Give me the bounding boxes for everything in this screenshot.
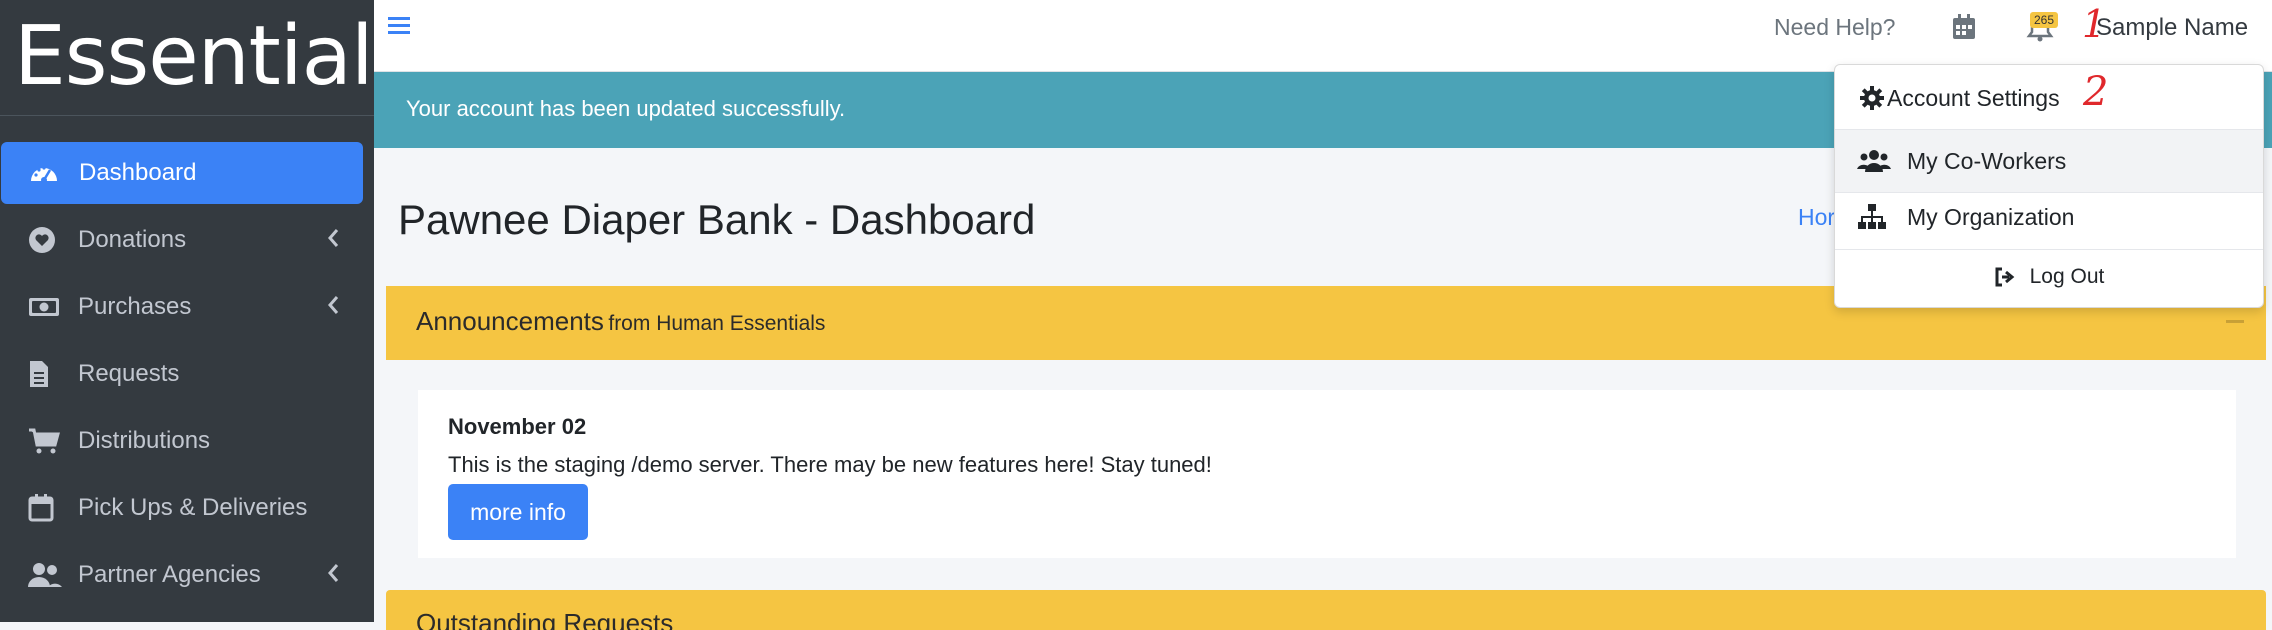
collapse-icon[interactable]	[2226, 320, 2244, 323]
sidebar-item-pickups-deliveries[interactable]: Pick Ups & Deliveries	[0, 477, 362, 539]
announcement-item: November 02 This is the staging /demo se…	[418, 390, 2236, 558]
users-icon	[1857, 149, 1907, 173]
page-title: Pawnee Diaper Bank - Dashboard	[398, 196, 1036, 243]
sidebar-item-label: Dashboard	[79, 159, 197, 186]
sidebar-nav: Dashboard Donations Purchases Requests D…	[0, 142, 374, 611]
sidebar: Essentials Dashboard Donations Purchases	[0, 0, 415, 622]
sidebar-item-distributions[interactable]: Distributions	[0, 410, 362, 472]
sidebar-item-donations[interactable]: Donations	[0, 209, 362, 271]
calendar-icon[interactable]	[1952, 13, 1976, 46]
file-icon	[28, 359, 64, 389]
sidebar-item-label: Donations	[78, 226, 187, 253]
chevron-left-icon	[326, 562, 340, 591]
logout-label: Log Out	[2029, 265, 2105, 288]
sidebar-item-purchases[interactable]: Purchases	[0, 276, 362, 338]
annotation-marker-2: 2	[2083, 69, 2109, 115]
chevron-left-icon	[326, 227, 340, 256]
co-workers-item[interactable]: My Co-Workers	[1835, 130, 2263, 192]
chevron-left-icon	[326, 294, 340, 323]
sidebar-item-label: Distributions	[78, 427, 211, 454]
announcements-title: Announcements	[416, 306, 604, 336]
notification-badge: 265	[2030, 12, 2059, 28]
announcements-subtitle: from Human Essentials	[608, 312, 826, 335]
announcement-text: This is the staging /demo server. There …	[448, 452, 1212, 477]
sidebar-item-dashboard[interactable]: Dashboard	[1, 142, 363, 204]
breadcrumb-home-link[interactable]: Hor	[1798, 204, 1835, 231]
logout-item[interactable]: Log Out	[1835, 249, 2263, 305]
gauge-icon	[29, 158, 65, 188]
alert-message: Your account has been updated successful…	[406, 96, 846, 121]
gear-icon	[1857, 86, 1887, 110]
heart-icon	[28, 225, 64, 255]
outstanding-requests-card-header: Outstanding Requests	[386, 590, 2266, 630]
user-dropdown-menu: Account Settings 2 My Co-Workers My Orga…	[1834, 64, 2264, 308]
top-navbar: Need Help? 265 1 Sample Name	[374, 0, 2272, 72]
account-settings-label: Account Settings	[1887, 84, 2060, 111]
hamburger-menu-icon[interactable]	[388, 14, 412, 43]
calendar-icon	[28, 493, 64, 523]
sidebar-item-partner-agencies[interactable]: Partner Agencies	[0, 544, 362, 606]
outstanding-requests-title: Outstanding Requests	[416, 608, 674, 630]
sitemap-icon	[1857, 203, 1907, 231]
sidebar-item-label: Pick Ups & Deliveries	[78, 494, 308, 521]
co-workers-label: My Co-Workers	[1907, 147, 2067, 174]
sign-out-icon	[1994, 267, 2016, 287]
account-settings-item[interactable]: Account Settings 2	[1835, 67, 2263, 129]
more-info-button[interactable]: more info	[448, 484, 588, 540]
need-help-link[interactable]: Need Help?	[1774, 14, 1895, 41]
cart-icon	[28, 426, 64, 456]
organization-item[interactable]: My Organization	[1835, 186, 2263, 248]
user-menu-toggle[interactable]: Sample Name	[2096, 14, 2248, 42]
sidebar-item-label: Requests	[78, 360, 180, 387]
users-icon	[28, 560, 64, 590]
brand-logo[interactable]: Essentials	[0, 0, 415, 116]
sidebar-item-label: Purchases	[78, 293, 192, 320]
money-icon	[28, 292, 64, 322]
sidebar-item-label: Partner Agencies	[78, 561, 261, 588]
sidebar-item-requests[interactable]: Requests	[0, 343, 362, 405]
announcement-date: November 02	[448, 414, 587, 439]
organization-label: My Organization	[1907, 203, 2075, 230]
